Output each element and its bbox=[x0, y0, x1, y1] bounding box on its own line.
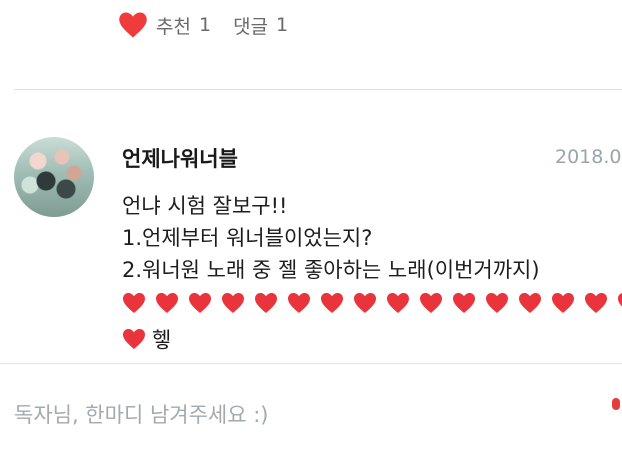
heart-icon bbox=[155, 292, 179, 314]
heart-emoji-row bbox=[122, 292, 622, 320]
comment-label[interactable]: 댓글 bbox=[233, 12, 268, 39]
heart-icon bbox=[386, 292, 410, 314]
heart-icon bbox=[419, 292, 443, 314]
heart-icon bbox=[353, 292, 377, 314]
heart-icon bbox=[122, 292, 146, 314]
comment-date: 2018.0 bbox=[555, 146, 622, 168]
divider bbox=[14, 89, 622, 90]
heart-icon bbox=[551, 292, 575, 314]
heart-icon bbox=[122, 328, 146, 350]
comment-line: 언냐 시험 잘보구!! bbox=[122, 194, 288, 218]
divider bbox=[0, 363, 622, 364]
comment-count: 1 bbox=[276, 14, 289, 36]
avatar[interactable] bbox=[14, 137, 94, 217]
heart-icon bbox=[617, 292, 622, 314]
like-count: 1 bbox=[198, 14, 212, 36]
heart-icon bbox=[254, 292, 278, 314]
heart-icon[interactable] bbox=[118, 11, 148, 39]
heart-icon bbox=[320, 292, 344, 314]
heart-icon bbox=[221, 292, 245, 314]
heart-icon bbox=[518, 292, 542, 314]
heart-icon bbox=[485, 292, 509, 314]
like-label[interactable]: 추천 bbox=[156, 12, 191, 39]
heart-icon bbox=[287, 292, 311, 314]
comment-line: 1.언제부터 워너블이었는지? bbox=[122, 226, 373, 250]
comment-last-line: 헿 bbox=[122, 324, 171, 354]
reaction-bar: 추천 1 댓글 1 bbox=[118, 8, 288, 42]
heart-icon bbox=[452, 292, 476, 314]
comment-line: 2.워너원 노래 중 젤 좋아하는 노래(이번거까지) bbox=[122, 258, 540, 282]
heart-icon bbox=[584, 292, 608, 314]
send-icon[interactable] bbox=[612, 398, 620, 410]
comment-body: 언냐 시험 잘보구!! 1.언제부터 워너블이었는지? 2.워너원 노래 중 젤… bbox=[122, 190, 622, 286]
comment-input[interactable] bbox=[14, 395, 584, 435]
comment-author[interactable]: 언제나워너블 bbox=[122, 143, 238, 173]
heart-icon bbox=[188, 292, 212, 314]
comment-last-text: 헿 bbox=[152, 328, 172, 352]
